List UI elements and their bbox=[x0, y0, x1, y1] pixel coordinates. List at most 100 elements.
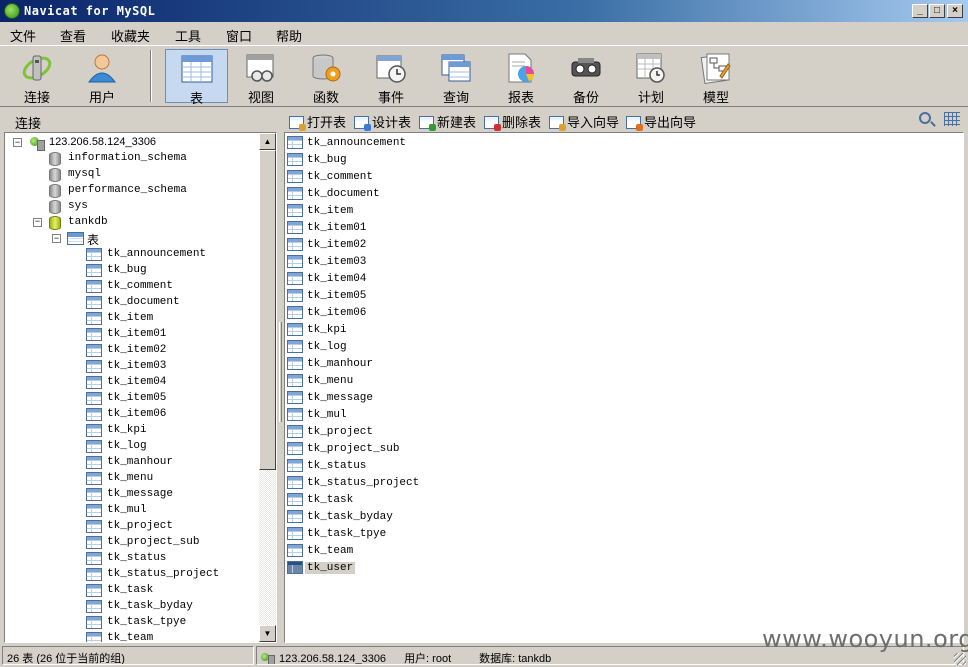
table-object-list[interactable]: tk_announcement tk_bug tk_comment tk_docume… bbox=[284, 132, 964, 643]
table-list-item[interactable]: tk_message bbox=[287, 390, 487, 406]
toolbar-backup-button[interactable]: 备份 bbox=[556, 49, 616, 105]
menu-tools[interactable]: 工具 bbox=[171, 26, 205, 45]
table-list-item[interactable]: tk_announcement bbox=[287, 135, 487, 151]
grid-view-icon[interactable] bbox=[944, 112, 960, 126]
collapse-icon[interactable]: − bbox=[33, 218, 42, 227]
collapse-icon[interactable]: − bbox=[52, 234, 61, 243]
table-list-item[interactable]: tk_kpi bbox=[287, 322, 487, 338]
toolbar-query-button[interactable]: 查询 bbox=[426, 49, 486, 105]
table-list-item[interactable]: tk_item05 bbox=[287, 288, 487, 304]
tree-table-item[interactable]: tk_item01 bbox=[5, 327, 260, 343]
splitter-grip[interactable] bbox=[279, 322, 282, 422]
resize-grip[interactable] bbox=[954, 653, 966, 665]
table-list-item[interactable]: tk_status_project bbox=[287, 475, 487, 491]
tree-table-item[interactable]: tk_menu bbox=[5, 471, 260, 487]
import-wizard-button[interactable]: 导入向导 bbox=[549, 112, 619, 131]
maximize-button[interactable]: □ bbox=[929, 4, 945, 18]
tree-table-item[interactable]: tk_project_sub bbox=[5, 535, 260, 551]
scrollbar-thumb[interactable] bbox=[259, 150, 276, 470]
table-list-item[interactable]: tk_manhour bbox=[287, 356, 487, 372]
table-list-item[interactable]: tk_item03 bbox=[287, 254, 487, 270]
scroll-up-button[interactable]: ▲ bbox=[259, 133, 276, 150]
collapse-icon[interactable]: − bbox=[13, 138, 22, 147]
table-list-item[interactable]: tk_item01 bbox=[287, 220, 487, 236]
table-list-item[interactable]: tk_project_sub bbox=[287, 441, 487, 457]
tree-table-item[interactable]: tk_item02 bbox=[5, 343, 260, 359]
table-list-item[interactable]: tk_status bbox=[287, 458, 487, 474]
minimize-button[interactable]: _ bbox=[912, 4, 928, 18]
table-list-item[interactable]: tk_log bbox=[287, 339, 487, 355]
table-list-item[interactable]: tk_user bbox=[287, 560, 487, 576]
tree-connection-node[interactable]: − 123.206.58.124_3306 bbox=[5, 135, 260, 151]
table-list-item[interactable]: tk_item bbox=[287, 203, 487, 219]
tree-table-item[interactable]: tk_team bbox=[5, 631, 260, 642]
table-list-item[interactable]: tk_mul bbox=[287, 407, 487, 423]
menu-favorites[interactable]: 收藏夹 bbox=[107, 26, 154, 45]
tree-table-item[interactable]: tk_item03 bbox=[5, 359, 260, 375]
menu-window[interactable]: 窗口 bbox=[222, 26, 256, 45]
tree-table-item[interactable]: tk_task bbox=[5, 583, 260, 599]
menu-file[interactable]: 文件 bbox=[6, 26, 40, 45]
tree-tables-folder[interactable]: − 表 bbox=[5, 231, 260, 247]
tree-database-node[interactable]: sys bbox=[5, 199, 260, 215]
new-table-button[interactable]: 新建表 bbox=[419, 112, 476, 131]
tree-database-node[interactable]: information_schema bbox=[5, 151, 260, 167]
connection-tree[interactable]: − 123.206.58.124_3306 information_schema… bbox=[4, 132, 277, 643]
design-table-button[interactable]: 设计表 bbox=[354, 112, 411, 131]
tree-scrollbar[interactable]: ▲ ▼ bbox=[259, 133, 276, 642]
tree-open-database-node[interactable]: − tankdb bbox=[5, 215, 260, 231]
tree-table-item[interactable]: tk_kpi bbox=[5, 423, 260, 439]
table-list-item[interactable]: tk_comment bbox=[287, 169, 487, 185]
toolbar-table-button[interactable]: 表 bbox=[165, 49, 228, 106]
tree-table-item[interactable]: tk_item05 bbox=[5, 391, 260, 407]
tree-table-item[interactable]: tk_comment bbox=[5, 279, 260, 295]
title-bar[interactable]: Navicat for MySQL _ □ × bbox=[0, 0, 968, 22]
table-list-item[interactable]: tk_menu bbox=[287, 373, 487, 389]
table-list-item[interactable]: tk_document bbox=[287, 186, 487, 202]
toolbar-function-button[interactable]: 函数 bbox=[296, 49, 356, 105]
table-list-item[interactable]: tk_project bbox=[287, 424, 487, 440]
table-list-item[interactable]: tk_task_byday bbox=[287, 509, 487, 525]
close-button[interactable]: × bbox=[947, 4, 963, 18]
table-list-item[interactable]: tk_item06 bbox=[287, 305, 487, 321]
tree-table-item[interactable]: tk_document bbox=[5, 295, 260, 311]
tree-database-node[interactable]: performance_schema bbox=[5, 183, 260, 199]
tree-table-item[interactable]: tk_mul bbox=[5, 503, 260, 519]
tree-table-item[interactable]: tk_announcement bbox=[5, 247, 260, 263]
toolbar-report-button[interactable]: 报表 bbox=[491, 49, 551, 105]
search-icon[interactable] bbox=[919, 112, 931, 124]
menu-view[interactable]: 查看 bbox=[56, 26, 90, 45]
tree-table-item[interactable]: tk_message bbox=[5, 487, 260, 503]
tree-table-item[interactable]: tk_task_tpye bbox=[5, 615, 260, 631]
tree-table-item[interactable]: tk_item bbox=[5, 311, 260, 327]
toolbar-event-button[interactable]: 事件 bbox=[361, 49, 421, 105]
table-list-item[interactable]: tk_team bbox=[287, 543, 487, 559]
table-list-item[interactable]: tk_item04 bbox=[287, 271, 487, 287]
tree-table-item[interactable]: tk_item06 bbox=[5, 407, 260, 423]
export-wizard-button[interactable]: 导出向导 bbox=[626, 112, 696, 131]
toolbar-model-button[interactable]: 模型 bbox=[686, 49, 746, 105]
scroll-down-button[interactable]: ▼ bbox=[259, 625, 276, 642]
tree-table-item[interactable]: tk_status bbox=[5, 551, 260, 567]
table-list-item[interactable]: tk_task_tpye bbox=[287, 526, 487, 542]
tree-table-item[interactable]: tk_project bbox=[5, 519, 260, 535]
tree-table-item[interactable]: tk_status_project bbox=[5, 567, 260, 583]
toolbar-view-button[interactable]: 视图 bbox=[231, 49, 291, 105]
delete-table-button[interactable]: 删除表 bbox=[484, 112, 541, 131]
pane-splitter[interactable] bbox=[277, 132, 284, 643]
tree-table-item[interactable]: tk_task_byday bbox=[5, 599, 260, 615]
table-list-item[interactable]: tk_task bbox=[287, 492, 487, 508]
table-list-item[interactable]: tk_item02 bbox=[287, 237, 487, 253]
toolbar-connection-button[interactable]: 连接 bbox=[7, 49, 67, 105]
table-list-label: tk_project bbox=[307, 426, 374, 438]
open-table-button[interactable]: 打开表 bbox=[289, 112, 346, 131]
tree-table-item[interactable]: tk_manhour bbox=[5, 455, 260, 471]
toolbar-schedule-button[interactable]: 计划 bbox=[621, 49, 681, 105]
tree-database-node[interactable]: mysql bbox=[5, 167, 260, 183]
tree-table-item[interactable]: tk_bug bbox=[5, 263, 260, 279]
tree-table-item[interactable]: tk_item04 bbox=[5, 375, 260, 391]
tree-table-item[interactable]: tk_log bbox=[5, 439, 260, 455]
menu-help[interactable]: 帮助 bbox=[272, 26, 306, 45]
table-list-item[interactable]: tk_bug bbox=[287, 152, 487, 168]
toolbar-user-button[interactable]: 用户 bbox=[72, 49, 132, 105]
